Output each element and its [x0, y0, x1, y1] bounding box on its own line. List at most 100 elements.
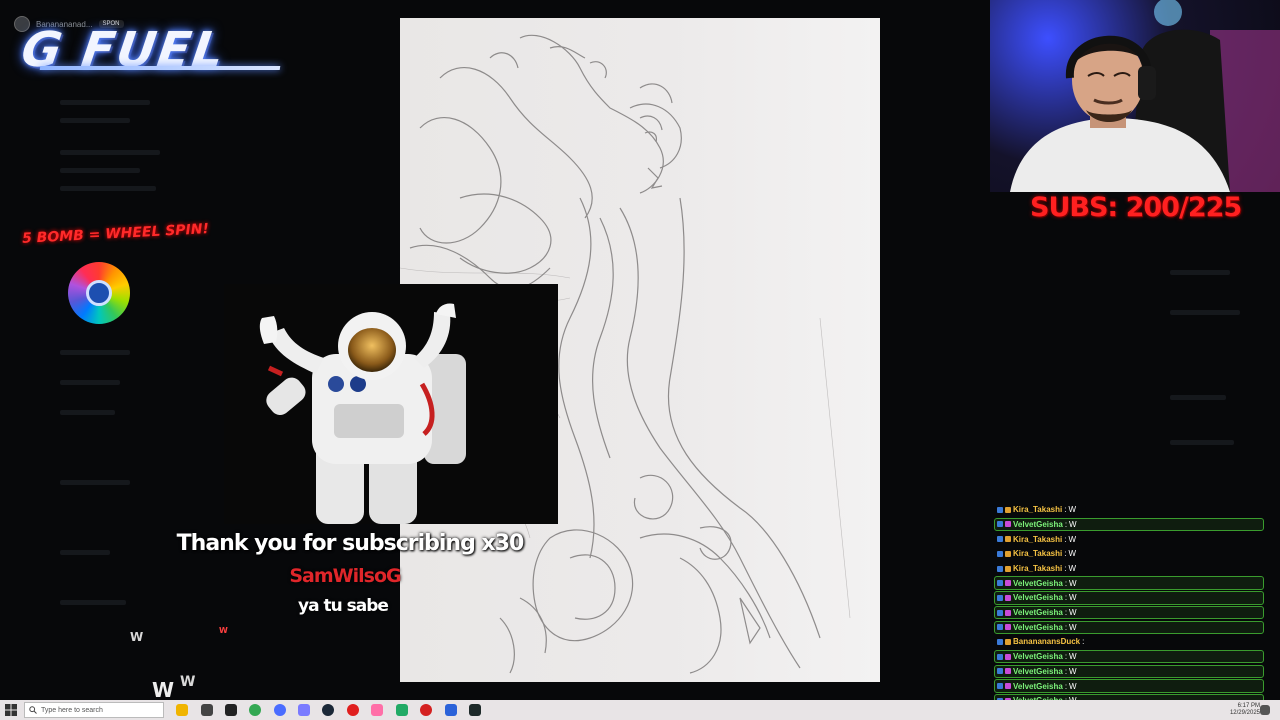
clock-date: 12/29/2025: [1229, 710, 1260, 716]
ghost-line: [1170, 395, 1226, 400]
taskbar-clock[interactable]: 6:17 PM 12/29/2025: [1230, 703, 1260, 717]
chat-username[interactable]: VelvetGeisha: [1013, 667, 1063, 676]
chat-separator: :: [1064, 505, 1067, 515]
chat-username[interactable]: Kira_Takashi: [1013, 549, 1062, 558]
taskbar-search-input[interactable]: Type here to search: [24, 702, 164, 718]
floating-reaction: W: [130, 630, 144, 644]
chat-text: W: [1069, 608, 1077, 618]
chat-message: Kira_Takashi: W: [994, 562, 1264, 576]
chat-text: W: [1069, 578, 1077, 588]
chat-badge-icon: [1005, 653, 1011, 660]
ghost-line: [60, 410, 115, 415]
ghost-line: [60, 550, 110, 555]
chrome-icon[interactable]: [249, 704, 261, 716]
app-icon[interactable]: [225, 704, 237, 716]
chat-username[interactable]: VelvetGeisha: [1013, 608, 1063, 617]
chat-badge-icon: [1005, 594, 1011, 601]
chat-badge-icon: [997, 506, 1003, 513]
notification-icon[interactable]: [1260, 705, 1270, 715]
search-icon: [29, 706, 37, 714]
search-placeholder: Type here to search: [41, 706, 103, 714]
app-icon[interactable]: [298, 704, 310, 716]
chat-text: W: [1068, 549, 1077, 559]
ghost-line: [60, 380, 120, 385]
ghost-line: [60, 350, 130, 355]
terminal-icon[interactable]: [469, 704, 481, 716]
chat-badge-icon: [997, 550, 1003, 557]
chat-separator: :: [1064, 519, 1068, 529]
chat-badge-icon: [1005, 609, 1011, 616]
floating-reaction: W: [180, 674, 196, 690]
chat-message: Kira_Takashi: W: [994, 547, 1264, 561]
chat-badge-icon: [997, 594, 1003, 601]
chat-separator: :: [1064, 652, 1068, 662]
chat-text: W: [1069, 666, 1077, 676]
chat-text: W: [1069, 681, 1077, 691]
chat-badge-icon: [1005, 565, 1011, 572]
chat-badge-icon: [997, 536, 1003, 543]
chat-username[interactable]: VelvetGeisha: [1013, 682, 1063, 691]
chat-message: VelvetGeisha:W: [994, 517, 1264, 532]
chat-text: W: [1068, 505, 1077, 515]
browser-icon[interactable]: [274, 704, 286, 716]
chat-badge-icon: [997, 565, 1003, 572]
chat-text: W: [1069, 652, 1077, 662]
chat-message: BanananansDuck:: [994, 635, 1264, 649]
ghost-line: [1170, 270, 1230, 275]
ghost-line: [60, 118, 130, 123]
ghost-line: [60, 168, 140, 173]
file-explorer-icon[interactable]: [176, 704, 188, 716]
chat-message: VelvetGeisha:W: [994, 649, 1264, 664]
chat-message: VelvetGeisha:W: [994, 591, 1264, 605]
ghost-line: [60, 480, 130, 485]
chat-message: VelvetGeisha:W: [994, 679, 1264, 693]
obs-icon[interactable]: [420, 704, 432, 716]
astronaut-icon: [259, 303, 466, 524]
chat-username[interactable]: VelvetGeisha: [1013, 593, 1063, 602]
chat-text: W: [1069, 593, 1077, 603]
chat-message: Kira_Takashi: W: [994, 503, 1264, 517]
chat-username[interactable]: VelvetGeisha: [1013, 579, 1063, 588]
alert-message: ya tu sabe: [298, 596, 389, 616]
opera-icon[interactable]: [347, 704, 359, 716]
gfuel-logo-underline: [39, 66, 281, 70]
app-icon[interactable]: [201, 704, 213, 716]
chat-overlay: Kira_Takashi: W VelvetGeisha: W Kira_Takashi…: [994, 503, 1264, 709]
chat-message: Kira_Takashi: W: [994, 532, 1264, 546]
chat-separator: :: [1064, 666, 1068, 676]
alert-title: Thank you for subscribing x30: [176, 531, 525, 556]
app-icon[interactable]: [371, 704, 383, 716]
chat-separator: :: [1064, 564, 1067, 573]
chat-badge-icon: [1005, 624, 1011, 631]
webcam-feed: [990, 0, 1280, 192]
chat-username[interactable]: Kira_Takashi: [1013, 505, 1062, 514]
chat-badge-icon: [997, 668, 1003, 675]
subscriber-goal: SUBS: 200/225: [1030, 192, 1242, 223]
chat-username[interactable]: VelvetGeisha: [1013, 520, 1063, 529]
chat-text: W: [1069, 622, 1077, 632]
chat-username[interactable]: BanananansDuck: [1013, 637, 1080, 646]
chat-badge-icon: [997, 653, 1003, 660]
chat-separator: :: [1064, 681, 1068, 691]
ghost-line: [60, 100, 150, 105]
chat-username[interactable]: VelvetGeisha: [1013, 652, 1063, 661]
chat-username[interactable]: Kira_Takashi: [1013, 535, 1062, 544]
chat-separator: :: [1082, 637, 1085, 647]
chat-username[interactable]: VelvetGeisha: [1013, 623, 1063, 632]
ghost-line: [1170, 440, 1234, 445]
ghost-line: [60, 600, 126, 605]
steam-icon[interactable]: [322, 704, 334, 716]
chat-separator: :: [1064, 593, 1068, 603]
app-icon[interactable]: [445, 704, 457, 716]
chat-username[interactable]: Kira_Takashi: [1013, 564, 1062, 573]
chat-badge-icon: [1005, 638, 1011, 645]
chat-badge-icon: [1005, 668, 1011, 675]
windows-start-icon[interactable]: [4, 703, 18, 717]
chat-separator: :: [1064, 534, 1067, 544]
chat-separator: :: [1064, 578, 1068, 588]
chat-message: VelvetGeisha:W: [994, 576, 1264, 590]
chat-badge-icon: [1005, 580, 1011, 587]
app-icon[interactable]: [396, 704, 408, 716]
ghost-line: [60, 150, 160, 155]
chat-badge-icon: [997, 624, 1003, 631]
